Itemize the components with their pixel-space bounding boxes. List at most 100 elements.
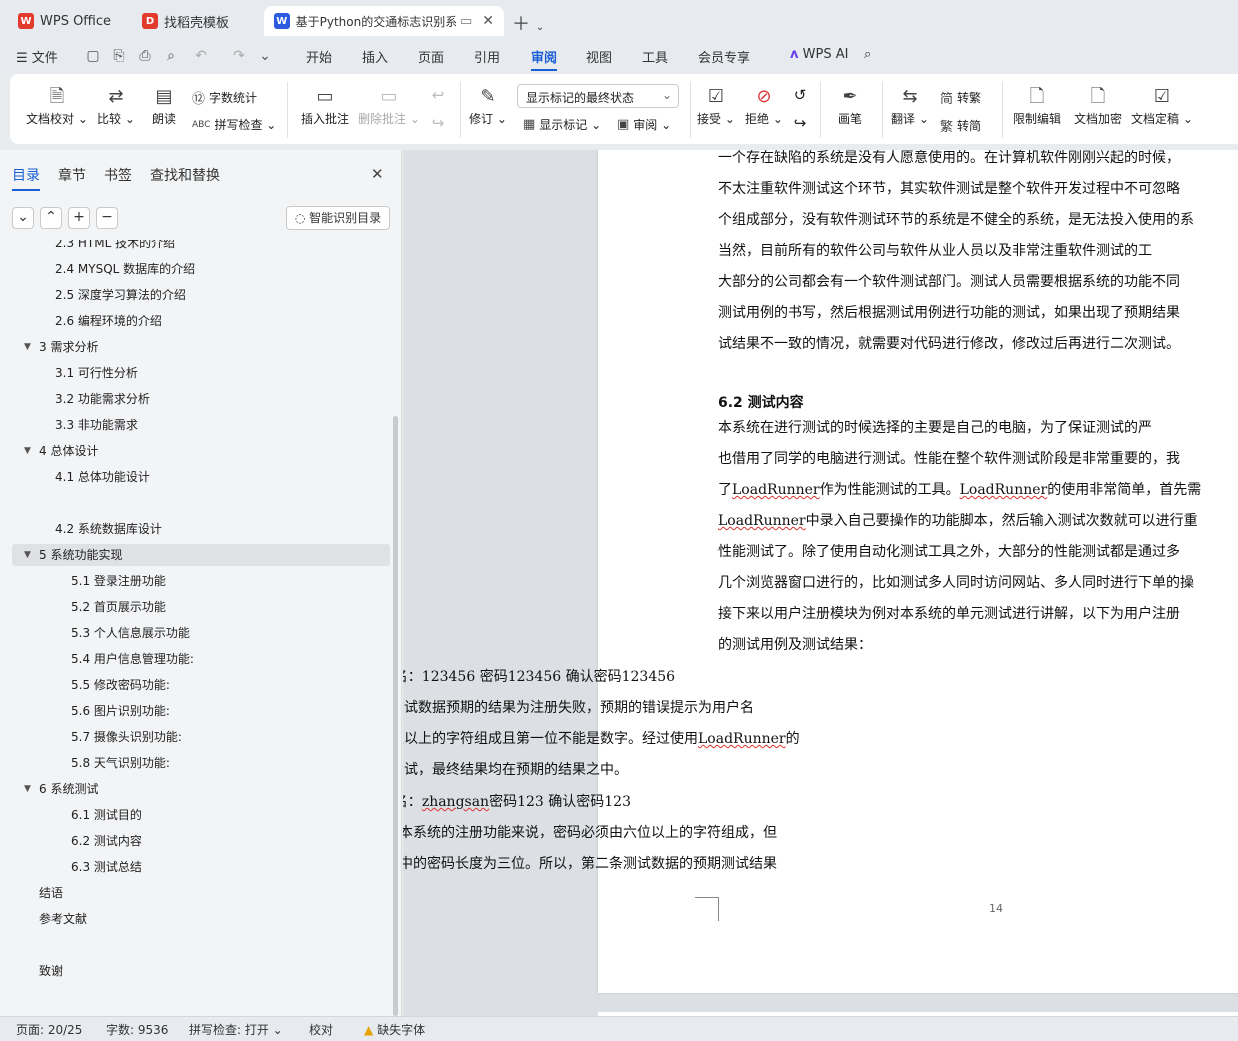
toc-item[interactable]: 5.7 摄像头识别功能: (71, 726, 182, 748)
restrict-edit-button[interactable]: 🗋 限制编辑 (1010, 84, 1064, 127)
spell-error-word[interactable]: LoadRunner (732, 482, 820, 498)
read-aloud-button[interactable]: ▤ 朗读 (148, 84, 180, 127)
doc-finalize-button[interactable]: ☑ 文档定稿 ⌄ (1130, 84, 1194, 127)
spell-check-button[interactable]: ABC 拼写检查 ⌄ (192, 116, 276, 133)
menu-reference[interactable]: 引用 (474, 47, 500, 66)
show-markup-button[interactable]: ▦ 显示标记 ⌄ (523, 116, 601, 133)
spell-check-status[interactable]: 拼写检查: 打开 ⌄ (189, 1021, 283, 1038)
nav-tab-bookmarks[interactable]: 书签 (104, 165, 132, 185)
compare-button[interactable]: ⇄ 比较 ⌄ (96, 84, 136, 127)
remove-heading-button[interactable]: − (96, 207, 118, 229)
spell-error-word[interactable]: LoadRunner (718, 513, 806, 529)
next-comment-button[interactable]: ↪ (426, 114, 450, 132)
more-chevron-icon[interactable]: ⌄ (256, 48, 274, 66)
word-count-indicator[interactable]: 字数: 9536 (106, 1021, 168, 1038)
search-icon[interactable]: ⌕ (864, 47, 871, 62)
next-change-button[interactable]: ↪ (788, 114, 812, 132)
redo-icon[interactable]: ↷ (230, 48, 248, 66)
expand-button[interactable]: ⌃ (40, 207, 62, 229)
reject-button[interactable]: ⊘ 拒绝 ⌄ (744, 84, 784, 127)
close-icon[interactable]: ✕ (371, 165, 384, 183)
toc-item[interactable]: 3 需求分析 (39, 336, 98, 358)
document-page[interactable]: 14 一个存在缺陷的系统是没有人愿意使用的。在计算机软件刚刚兴起的时候， 不太注重… (403, 150, 1238, 993)
tab-document[interactable]: W 基于Python的交通标志识别系 ▭ ✕ (264, 6, 504, 36)
delete-comment-button[interactable]: ▭ 删除批注 ⌄ (358, 84, 420, 127)
doc-encrypt-button[interactable]: 🗋 文档加密 (1070, 84, 1126, 127)
close-tab-icon[interactable]: ✕ (482, 13, 494, 29)
toc-item[interactable]: 2.6 编程环境的介绍 (55, 310, 162, 332)
nav-tab-toc[interactable]: 目录 (12, 165, 40, 191)
save-icon[interactable]: ▢ (84, 48, 102, 66)
toc-item[interactable]: 3.1 可行性分析 (55, 362, 138, 384)
expand-triangle-icon[interactable]: ▼ (24, 784, 31, 794)
toc-item[interactable]: 5.2 首页展示功能 (71, 596, 166, 618)
expand-triangle-icon[interactable]: ▼ (24, 342, 31, 352)
toc-item[interactable]: 6.2 测试内容 (71, 830, 142, 852)
toc-item[interactable]: 2.3 HTML 技术的介绍 (55, 240, 175, 254)
menu-view[interactable]: 视图 (586, 47, 612, 66)
display-mode-select[interactable]: 显示标记的最终状态 ⌄ (517, 84, 679, 108)
track-changes-button[interactable]: ✎ 修订 ⌄ (468, 84, 508, 127)
toc-item[interactable]: 5.8 天气识别功能: (71, 752, 170, 774)
toc-item[interactable]: 5.5 修改密码功能: (71, 674, 170, 696)
menu-tools[interactable]: 工具 (642, 47, 668, 66)
menu-insert[interactable]: 插入 (362, 47, 388, 66)
toc-item[interactable]: 5 系统功能实现 (12, 544, 390, 566)
expand-triangle-icon[interactable]: ▼ (24, 550, 31, 560)
spell-error-word[interactable]: LoadRunner (960, 482, 1048, 498)
toc-item[interactable]: 4.2 系统数据库设计 (55, 518, 162, 540)
print-icon[interactable]: ⎙ (136, 48, 154, 66)
nav-scrollbar[interactable] (393, 416, 398, 1016)
chevron-down-icon[interactable]: ⌄ (536, 22, 544, 33)
toc-item[interactable]: 3.2 功能需求分析 (55, 388, 150, 410)
toc-item[interactable]: 4 总体设计 (39, 440, 98, 462)
nav-tab-chapters[interactable]: 章节 (58, 165, 86, 185)
toc-item[interactable]: 5.3 个人信息展示功能 (71, 622, 190, 644)
toc-item[interactable]: 5.6 图片识别功能: (71, 700, 170, 722)
proofread-button[interactable]: 校对 (309, 1021, 333, 1038)
expand-triangle-icon[interactable]: ▼ (24, 446, 31, 456)
undo-icon[interactable]: ↶ (192, 48, 210, 66)
toc-item[interactable]: 3.3 非功能需求 (55, 414, 138, 436)
missing-font-button[interactable]: ▲ 缺失字体 (364, 1021, 425, 1038)
toc-item[interactable]: 2.5 深度学习算法的介绍 (55, 284, 186, 306)
toc-item[interactable]: 5.1 登录注册功能 (71, 570, 166, 592)
pen-button[interactable]: ✒ 画笔 (830, 84, 870, 127)
toc-item[interactable]: 6 系统测试 (39, 778, 98, 800)
page-indicator[interactable]: 页面: 20/25 (16, 1021, 82, 1038)
smart-toc-button[interactable]: ◌ 智能识别目录 (286, 206, 390, 230)
accept-button[interactable]: ☑ 接受 ⌄ (696, 84, 736, 127)
review-pane-button[interactable]: ▣ 审阅 ⌄ (617, 116, 671, 133)
prev-change-button[interactable]: ↺ (788, 86, 812, 104)
toc-item[interactable]: 4.1 总体功能设计 (55, 466, 150, 488)
spell-error-word[interactable]: zhangsan (422, 794, 489, 810)
toc-item[interactable]: 致谢 (39, 960, 63, 982)
menu-member[interactable]: 会员专享 (698, 47, 750, 66)
toc-item[interactable]: 6.1 测试目的 (71, 804, 142, 826)
nav-tab-find-replace[interactable]: 查找和替换 (150, 165, 220, 185)
toc-item[interactable]: 2.4 MYSQL 数据库的介绍 (55, 258, 195, 280)
spell-error-word[interactable]: LoadRunner (698, 731, 786, 747)
insert-comment-button[interactable]: ▭ 插入批注 (298, 84, 352, 127)
add-heading-button[interactable]: + (68, 207, 90, 229)
word-count-button[interactable]: ⑫ 字数统计 (192, 88, 257, 107)
menu-review[interactable]: 审阅 (531, 47, 558, 71)
doc-check-button[interactable]: 🗎 文档校对 ⌄ (26, 84, 88, 127)
toc-item[interactable]: 6.3 测试总结 (71, 856, 142, 878)
toc-item[interactable]: 5.4 用户信息管理功能: (71, 648, 194, 670)
menu-page[interactable]: 页面 (418, 47, 444, 66)
wps-ai-button[interactable]: ʌ WPS AI (790, 47, 848, 62)
menu-start[interactable]: 开始 (306, 47, 332, 66)
to-traditional-button[interactable]: 简转繁 (940, 88, 981, 107)
toc-item[interactable]: 参考文献 (39, 908, 87, 930)
prev-comment-button[interactable]: ↩ (426, 86, 450, 104)
to-simplified-button[interactable]: 繁转简 (940, 116, 981, 135)
new-tab-button[interactable]: ＋ ⌄ (512, 10, 544, 36)
tab-wps-office[interactable]: W WPS Office (8, 6, 124, 36)
toc-item[interactable]: 结语 (39, 882, 63, 904)
translate-button[interactable]: ⇆ 翻译 ⌄ (890, 84, 930, 127)
collapse-button[interactable]: ⌄ (12, 207, 34, 229)
tab-docer[interactable]: D 找稻壳模板 (132, 6, 260, 36)
export-icon[interactable]: ⎘ (110, 48, 128, 66)
file-menu[interactable]: ☰ 文件 (16, 47, 58, 66)
